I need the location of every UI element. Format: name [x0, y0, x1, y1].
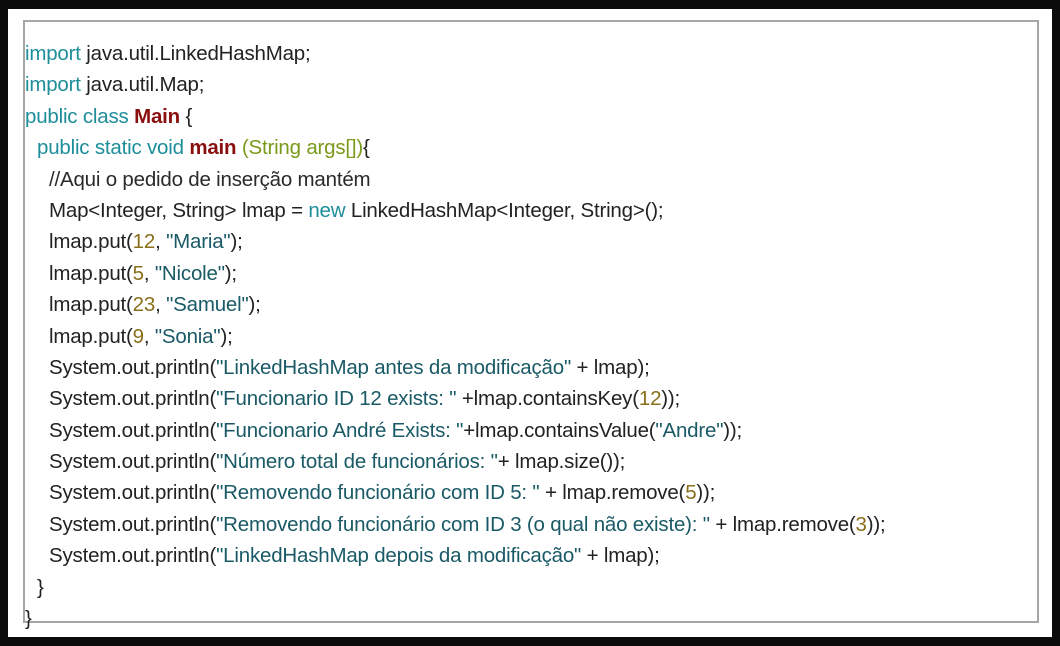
code-line-6: Map<Integer, String> lmap = new LinkedHa…	[25, 195, 1037, 226]
code-token: java.util.Map;	[80, 73, 205, 97]
code-line-7: lmap.put(12, "Maria");	[25, 226, 1037, 257]
code-token: LinkedHashMap<Integer, String>();	[345, 198, 664, 222]
code-line-15: System.out.println("Removendo funcionári…	[25, 477, 1037, 508]
code-token: java.util.LinkedHashMap;	[80, 42, 311, 65]
code-token: lmap.put(	[49, 230, 133, 254]
code-token: (String args[])	[241, 136, 364, 160]
code-token: main	[189, 136, 237, 160]
code-token: import	[25, 73, 81, 97]
code-token: System.out.println(	[49, 450, 217, 474]
code-line-16: System.out.println("Removendo funcionári…	[25, 509, 1037, 540]
code-token: System.out.println(	[49, 481, 217, 505]
code-token: Map<Integer, String> lmap =	[49, 198, 309, 222]
code-line-4: public static void main (String args[]){	[25, 132, 1037, 163]
code-token: lmap.put(	[49, 324, 133, 348]
code-line-3: public class Main {	[25, 101, 1037, 132]
code-line-8: lmap.put(5, "Nicole");	[25, 258, 1037, 289]
image-frame: import java.util.LinkedHashMap; import j…	[8, 9, 1052, 637]
code-token: "Sonia"	[154, 324, 221, 348]
code-line-1: import java.util.LinkedHashMap;	[25, 38, 1037, 69]
code-token: System.out.println(	[49, 544, 217, 568]
code-token: Main	[134, 104, 180, 128]
code-token: ));	[723, 418, 743, 442]
code-token: "LinkedHashMap antes da modificação"	[216, 355, 572, 379]
code-token: //Aqui o pedido de inserção mantém	[49, 167, 371, 191]
code-token: + lmap.remove(	[539, 481, 686, 505]
code-token: ,	[155, 230, 167, 254]
code-token: }	[37, 575, 44, 599]
code-token: 9	[132, 324, 144, 348]
code-line-13: System.out.println("Funcionario André Ex…	[25, 415, 1037, 446]
code-line-12: System.out.println("Funcionario ID 12 ex…	[25, 383, 1037, 414]
code-token: import	[25, 42, 81, 65]
code-token: + lmap);	[571, 355, 650, 379]
code-token: "Samuel"	[166, 293, 249, 317]
code-token: "LinkedHashMap depois da modificação"	[216, 544, 582, 568]
code-token: + lmap);	[581, 544, 660, 568]
code-line-14: System.out.println("Número total de func…	[25, 446, 1037, 477]
code-line-19: }	[25, 603, 1037, 634]
code-token: {	[179, 104, 193, 128]
code-token: "Número total de funcionários: "	[216, 450, 498, 474]
code-token: public class	[25, 104, 129, 128]
code-token: ,	[143, 324, 155, 348]
code-token: "Funcionario André Exists: "	[216, 418, 464, 442]
code-token: ));	[866, 512, 886, 536]
code-token: );	[224, 261, 237, 285]
code-token: "Removendo funcionário com ID 3 (o qual …	[216, 512, 710, 536]
code-line-2: import java.util.Map;	[25, 69, 1037, 100]
code-token: + lmap.remove(	[709, 512, 856, 536]
code-token: lmap.put(	[49, 261, 133, 285]
code-token: "Funcionario ID 12 exists: "	[216, 387, 457, 411]
code-token: );	[230, 230, 243, 254]
code-token: System.out.println(	[49, 418, 217, 442]
code-line-5: //Aqui o pedido de inserção mantém	[25, 164, 1037, 195]
code-token: 12	[638, 387, 662, 411]
code-token: 5	[132, 261, 144, 285]
code-line-11: System.out.println("LinkedHashMap antes …	[25, 352, 1037, 383]
code-token: }	[25, 607, 32, 631]
code-token: "Nicole"	[154, 261, 225, 285]
code-panel: import java.util.LinkedHashMap; import j…	[23, 20, 1039, 630]
code-token: {	[363, 136, 370, 160]
code-token: );	[220, 324, 233, 348]
code-token: 3	[855, 512, 867, 536]
code-token: ,	[155, 293, 167, 317]
code-token: 12	[132, 230, 156, 254]
code-token: "Removendo funcionário com ID 5: "	[216, 481, 540, 505]
code-token: );	[248, 293, 261, 317]
code-token: ));	[661, 387, 681, 411]
code-token: + lmap.size());	[497, 450, 626, 474]
code-token: 23	[132, 293, 156, 317]
code-token: lmap.put(	[49, 293, 133, 317]
code-token: System.out.println(	[49, 355, 217, 379]
code-token: +lmap.containsValue(	[463, 418, 656, 442]
code-token: System.out.println(	[49, 512, 217, 536]
code-token: public static void	[37, 136, 184, 160]
code-token: "Andre"	[655, 418, 724, 442]
code-token: 5	[685, 481, 697, 505]
code-line-18: }	[25, 572, 1037, 603]
code-line-9: lmap.put(23, "Samuel");	[25, 289, 1037, 320]
code-line-17: System.out.println("LinkedHashMap depois…	[25, 540, 1037, 571]
code-token: new	[308, 198, 346, 222]
code-token: System.out.println(	[49, 387, 217, 411]
code-token: "Maria"	[166, 230, 231, 254]
code-line-10: lmap.put(9, "Sonia");	[25, 321, 1037, 352]
code-token: +lmap.containsKey(	[456, 387, 639, 411]
code-token: ));	[696, 481, 716, 505]
code-token: ,	[143, 261, 155, 285]
